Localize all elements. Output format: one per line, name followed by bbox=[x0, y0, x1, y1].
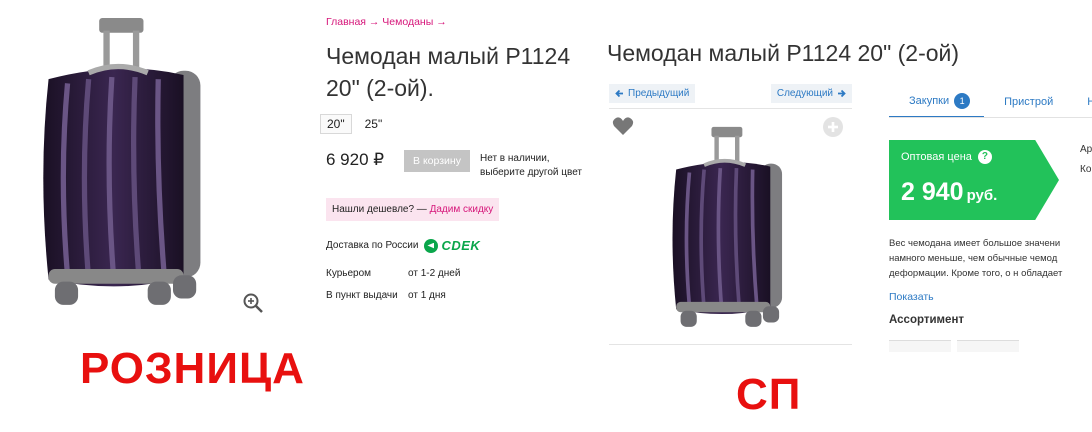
cdek-brand: CDEK bbox=[441, 238, 481, 253]
side-cutoff-line: Ар bbox=[1080, 144, 1092, 155]
found-cheaper-banner: Нашли дешевле? — Дадим скидку bbox=[326, 198, 500, 221]
assortment-item[interactable] bbox=[957, 340, 1019, 352]
stock-status-line1: Нет в наличии, bbox=[480, 153, 550, 164]
wholesale-label: Оптовая цена bbox=[901, 151, 972, 163]
arrow-left-icon bbox=[615, 89, 623, 98]
assortment-heading: Ассортимент bbox=[889, 314, 965, 326]
delivery-info: Доставка по России CDEK bbox=[326, 238, 480, 253]
product-title-retail: Чемодан малый P1124 20" (2-ой). bbox=[326, 43, 571, 101]
tab-purchases-label: Закупки bbox=[909, 94, 950, 107]
cdek-logo: CDEK bbox=[424, 238, 480, 253]
product-title-sp: Чемодан малый P1124 20" (2-ой) bbox=[607, 40, 960, 66]
suitcase-image-retail[interactable] bbox=[20, 18, 210, 308]
tab-more-label: Н bbox=[1087, 96, 1092, 108]
zoom-in-icon[interactable] bbox=[242, 292, 264, 314]
next-button[interactable]: Следующий bbox=[770, 84, 852, 103]
help-icon[interactable]: ? bbox=[977, 150, 992, 164]
previous-button[interactable]: Предыдущий bbox=[609, 84, 696, 103]
delivery-row-courier: Курьером от 1-2 дней bbox=[326, 268, 460, 279]
side-cutoff-text: Ар Ко bbox=[1080, 140, 1092, 180]
wholesale-price: 2 940 руб. bbox=[901, 178, 997, 207]
previous-label: Предыдущий bbox=[628, 88, 690, 99]
sp-caption: СП bbox=[736, 370, 802, 419]
side-cutoff-line: Ко bbox=[1080, 164, 1092, 175]
wholesale-price-value: 2 940 bbox=[901, 178, 964, 206]
product-description: Вес чемодана имеет большое значени намно… bbox=[889, 236, 1092, 284]
tab-pristroy[interactable]: Пристрой bbox=[984, 86, 1067, 117]
tab-purchases[interactable]: Закупки 1 bbox=[889, 86, 985, 117]
assortment-list bbox=[889, 340, 1019, 352]
found-cheaper-text: Нашли дешевле? — bbox=[332, 204, 427, 215]
description-line: намного меньше, чем обычные чемод bbox=[889, 253, 1058, 264]
tab-more[interactable]: Н bbox=[1067, 86, 1092, 117]
delivery-time: от 1 дня bbox=[408, 290, 446, 301]
delivery-label: Доставка по России bbox=[326, 240, 419, 251]
cdek-icon bbox=[424, 238, 439, 253]
size-option-20[interactable]: 20" bbox=[320, 114, 352, 134]
retail-price: 6 920 ₽ bbox=[326, 150, 385, 169]
arrow-right-icon bbox=[838, 89, 846, 98]
wholesale-label-row: Оптовая цена ? bbox=[901, 150, 992, 164]
discount-link[interactable]: Дадим скидку bbox=[430, 204, 494, 215]
suitcase-image-sp[interactable] bbox=[660, 118, 785, 338]
purchases-count-badge: 1 bbox=[954, 92, 971, 109]
delivery-row-pickup: В пункт выдачи от 1 дня bbox=[326, 290, 446, 301]
wholesale-price-block: Оптовая цена ? 2 940 руб. bbox=[889, 140, 1059, 220]
retail-caption: РОЗНИЦА bbox=[80, 344, 305, 393]
stock-status-line2: выберите другой цвет bbox=[480, 167, 583, 178]
add-plus-icon[interactable] bbox=[822, 116, 844, 138]
show-more-link[interactable]: Показать bbox=[889, 291, 934, 303]
wholesale-currency: руб. bbox=[966, 187, 998, 204]
product-navigation: Предыдущий Следующий bbox=[609, 84, 852, 103]
tab-pristroy-label: Пристрой bbox=[1004, 95, 1054, 108]
heart-icon[interactable] bbox=[612, 116, 634, 136]
size-option-25[interactable]: 25" bbox=[358, 114, 390, 134]
breadcrumb[interactable]: Главная → Чемоданы → bbox=[326, 16, 447, 28]
description-line: деформации. Кроме того, о н обладает bbox=[889, 268, 1063, 279]
next-label: Следующий bbox=[776, 88, 833, 99]
delivery-method: Курьером bbox=[326, 268, 372, 279]
delivery-time: от 1-2 дней bbox=[408, 268, 461, 279]
tab-bar: Закупки 1 Пристрой Н bbox=[889, 86, 1092, 118]
stock-status: Нет в наличии, выберите другой цвет bbox=[480, 152, 600, 180]
assortment-item[interactable] bbox=[889, 340, 951, 352]
size-selector: 20" 25" bbox=[320, 114, 389, 134]
delivery-method: В пункт выдачи bbox=[326, 290, 398, 301]
add-to-cart-button[interactable]: В корзину bbox=[404, 150, 470, 172]
description-line: Вес чемодана имеет большое значени bbox=[889, 238, 1061, 249]
